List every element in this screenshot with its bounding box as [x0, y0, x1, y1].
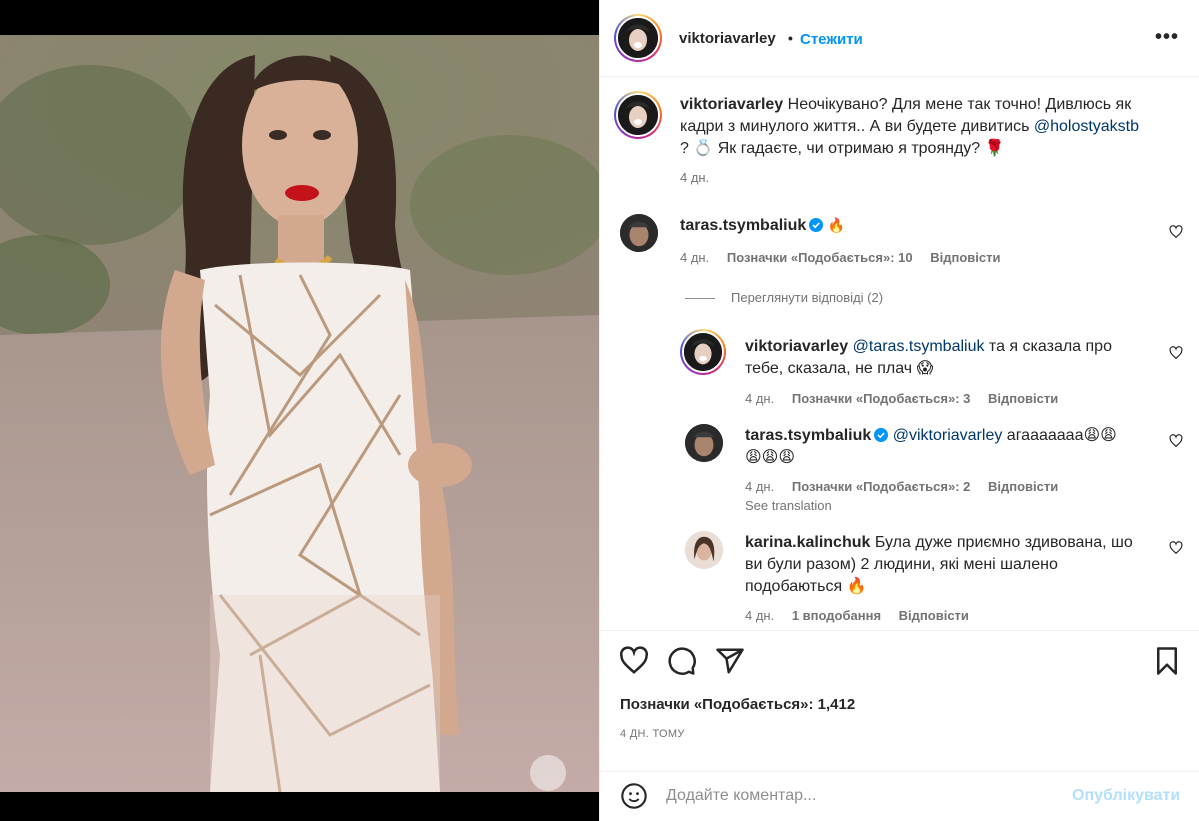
post-date[interactable]: 4 ДН. ТОМУ: [620, 728, 685, 740]
caption-text: viktoriavarley Неочікувано? Для мене так…: [680, 94, 1180, 160]
post-comment-button[interactable]: Опублікувати: [1072, 787, 1180, 805]
comment-meta: 4 дн. Позначки «Подобається»: 10 Відпові…: [680, 250, 1015, 265]
view-replies-button[interactable]: Переглянути відповіді (2): [685, 290, 883, 305]
reply-reply-button[interactable]: Відповісти: [988, 479, 1058, 494]
reply-time[interactable]: 4 дн.: [745, 608, 774, 623]
comment-likes[interactable]: Позначки «Подобається»: 10: [727, 250, 913, 265]
share-icon[interactable]: [715, 646, 745, 676]
divider: [685, 298, 715, 300]
reply-line-2: ви були разом) 2 людини, які мені шалено: [745, 556, 1058, 573]
reply-line-2: тебе, сказала, не плач 😱: [745, 360, 934, 377]
reply-text: viktoriavarley @taras.tsymbaliuk та я ск…: [745, 336, 1155, 380]
avatar-image: [685, 531, 723, 569]
verified-badge-icon: [874, 428, 889, 442]
comment-time[interactable]: 4 дн.: [680, 250, 709, 265]
reply-meta: 4 дн. Позначки «Подобається»: 3 Відповіс…: [745, 391, 1072, 406]
reply-text: taras.tsymbaliuk @viktoriavarley агааааа…: [745, 425, 1155, 469]
like-comment-icon[interactable]: [1169, 434, 1183, 448]
comment-body: 🔥: [827, 218, 846, 234]
comment-input[interactable]: [666, 784, 1046, 808]
reply-line-1: агааааааа😩😩: [1002, 427, 1117, 444]
caption-username[interactable]: viktoriavarley: [680, 96, 783, 113]
reply-time[interactable]: 4 дн.: [745, 479, 774, 494]
heart-icon[interactable]: [619, 646, 649, 676]
like-comment-icon[interactable]: [1169, 225, 1183, 239]
like-comment-icon[interactable]: [1169, 541, 1183, 555]
author-avatar[interactable]: [614, 14, 662, 62]
comments-list[interactable]: viktoriavarley Неочікувано? Для мене так…: [600, 77, 1199, 631]
reply-username[interactable]: karina.kalinchuk: [745, 534, 870, 551]
avatar-image: [684, 333, 722, 371]
caption-mention[interactable]: @holostyakstb: [1034, 118, 1139, 135]
view-replies-label: Переглянути відповіді (2): [731, 290, 884, 305]
smile-icon[interactable]: [620, 782, 648, 810]
comment-username[interactable]: taras.tsymbaliuk: [680, 217, 806, 234]
reply-reply-button[interactable]: Відповісти: [988, 391, 1058, 406]
author-username[interactable]: viktoriavarley: [679, 30, 776, 47]
caption-line-3: ? 💍 Як гадаєте, чи отримаю я троянду? 🌹: [680, 140, 1005, 157]
comment-text: taras.tsymbaliuk 🔥: [680, 215, 845, 237]
bookmark-icon[interactable]: [1152, 646, 1182, 676]
reply-likes[interactable]: Позначки «Подобається»: 3: [792, 391, 971, 406]
post-media-pane: [0, 0, 599, 821]
caption-time[interactable]: 4 дн.: [680, 170, 709, 185]
reply-username[interactable]: viktoriavarley: [745, 338, 848, 355]
comment-reply-button[interactable]: Відповісти: [930, 250, 1000, 265]
post-likes-count[interactable]: Позначки «Подобається»: 1,412: [620, 696, 855, 713]
reply-meta: 4 дн. 1 вподобання Відповісти: [745, 608, 983, 623]
verified-badge-icon: [809, 218, 824, 232]
reply-mention[interactable]: @viktoriavarley: [893, 427, 1003, 444]
reply-line-1: та я сказала про: [984, 338, 1112, 355]
add-comment-bar: Опублікувати: [600, 771, 1199, 821]
reply-avatar[interactable]: [685, 424, 723, 462]
reply-line-2: 😩😩😩: [745, 449, 796, 466]
avatar-image: [685, 424, 723, 462]
caption-meta: 4 дн.: [680, 170, 723, 185]
separator-dot: •: [788, 30, 793, 46]
reply-reply-button[interactable]: Відповісти: [899, 608, 969, 623]
comment-icon[interactable]: [667, 646, 697, 676]
post-side-panel: viktoriavarley • Стежити ••• viktoriavar…: [599, 0, 1199, 821]
reply-likes[interactable]: 1 вподобання: [792, 608, 881, 623]
translation-link[interactable]: See translation: [745, 498, 846, 513]
see-translation-label[interactable]: See translation: [745, 498, 832, 513]
reply-avatar[interactable]: [685, 531, 723, 569]
reply-username[interactable]: taras.tsymbaliuk: [745, 427, 871, 444]
caption-avatar[interactable]: [614, 91, 662, 139]
avatar-image: [620, 214, 658, 252]
reply-time[interactable]: 4 дн.: [745, 391, 774, 406]
comment-avatar[interactable]: [620, 214, 658, 252]
reply-text: karina.kalinchuk Була дуже приємно здиво…: [745, 532, 1155, 598]
avatar-image: [618, 95, 658, 135]
caption-line-2: кадри з минулого життя.. А ви будете див…: [680, 118, 1034, 135]
reply-likes[interactable]: Позначки «Подобається»: 2: [792, 479, 971, 494]
follow-button[interactable]: Стежити: [800, 31, 863, 48]
like-comment-icon[interactable]: [1169, 346, 1183, 360]
caption-line-1: Неочікувано? Для мене так точно! Дивлюсь…: [787, 96, 1132, 113]
post-photo-illustration: [0, 35, 599, 792]
reply-line-1: Була дуже приємно здивована, шо: [870, 534, 1133, 551]
reply-avatar[interactable]: [680, 329, 726, 375]
post-photo[interactable]: [0, 35, 599, 792]
reply-meta: 4 дн. Позначки «Подобається»: 2 Відповіс…: [745, 479, 1072, 494]
more-options-icon[interactable]: •••: [1155, 26, 1179, 49]
reply-line-3: подобаються 🔥: [745, 578, 867, 595]
avatar-image: [618, 18, 658, 58]
post-header: viktoriavarley • Стежити •••: [600, 0, 1199, 77]
reply-mention[interactable]: @taras.tsymbaliuk: [853, 338, 985, 355]
